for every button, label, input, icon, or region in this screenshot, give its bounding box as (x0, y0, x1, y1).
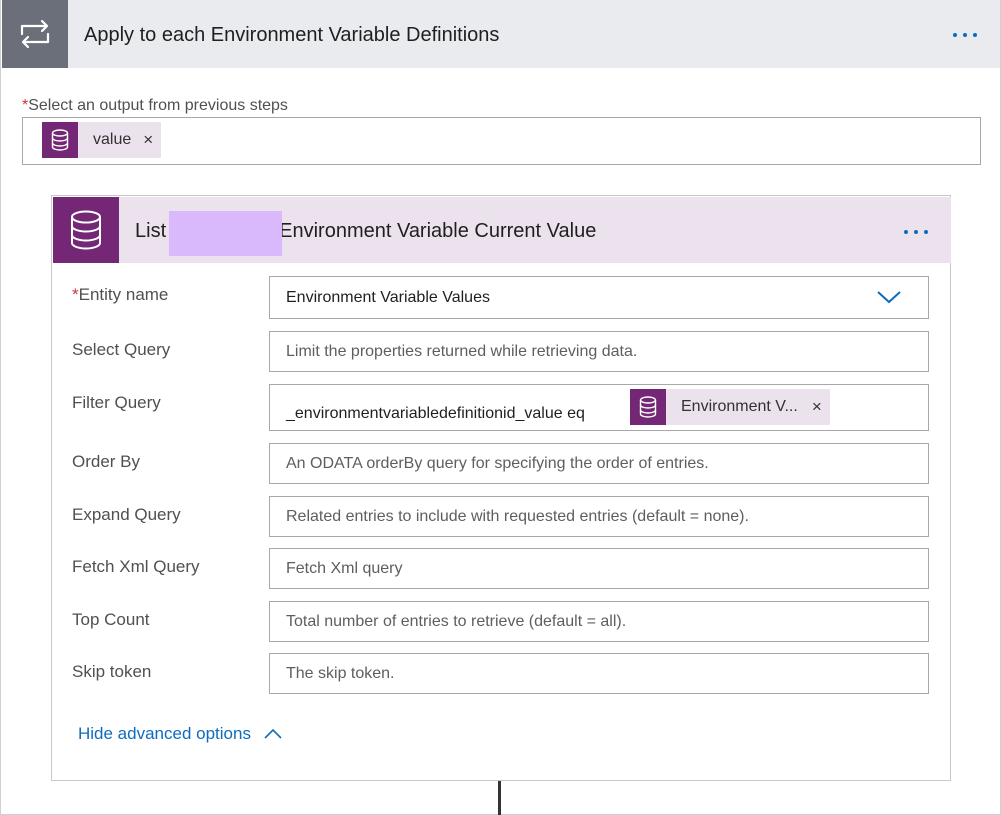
chevron-down-icon[interactable] (876, 289, 902, 305)
output-label: *Select an output from previous steps (22, 97, 288, 115)
loop-icon (2, 0, 68, 68)
fetch-xml-input[interactable]: Fetch Xml query (269, 548, 929, 589)
required-indicator: * (72, 285, 79, 304)
top-count-label: Top Count (72, 610, 150, 629)
entity-name-dropdown[interactable]: Environment Variable Values (269, 276, 929, 319)
filter-query-label: Filter Query (72, 393, 161, 412)
select-query-placeholder: Limit the properties returned while retr… (286, 342, 638, 360)
output-token-label: value (93, 131, 132, 148)
output-input[interactable]: value × (22, 117, 981, 165)
more-options-icon[interactable] (904, 230, 928, 234)
order-by-input[interactable]: An ODATA orderBy query for specifying th… (269, 443, 929, 484)
skip-token-placeholder: The skip token. (286, 664, 395, 682)
apply-to-each-title: Apply to each Environment Variable Defin… (84, 24, 500, 46)
redaction-block (169, 211, 282, 256)
output-token[interactable]: value × (42, 122, 162, 158)
skip-token-input[interactable]: The skip token. (269, 653, 929, 694)
fetch-xml-placeholder: Fetch Xml query (286, 559, 403, 577)
hide-advanced-options-label: Hide advanced options (78, 724, 251, 743)
apply-to-each-header[interactable]: Apply to each Environment Variable Defin… (2, 0, 1000, 68)
chevron-up-icon (264, 728, 282, 739)
output-label-text: Select an output from previous steps (28, 97, 288, 114)
apply-to-each-card: Apply to each Environment Variable Defin… (0, 0, 1001, 815)
remove-token-icon[interactable]: × (131, 130, 161, 150)
filter-query-input[interactable]: _environmentvariabledefinitionid_value e… (269, 384, 929, 431)
entity-name-value: Environment Variable Values (286, 288, 490, 306)
database-icon (630, 389, 666, 425)
skip-token-label: Skip token (72, 662, 152, 681)
database-icon (53, 197, 119, 263)
more-options-icon[interactable] (953, 33, 977, 37)
database-icon (42, 122, 78, 158)
top-count-placeholder: Total number of entries to retrieve (def… (286, 612, 627, 630)
action-title-prefix: List (135, 220, 167, 242)
entity-name-label-text: Entity name (78, 285, 169, 304)
filter-query-token[interactable]: Environment V... × (630, 389, 830, 425)
remove-token-icon[interactable]: × (798, 397, 830, 417)
order-by-placeholder: An ODATA orderBy query for specifying th… (286, 454, 709, 472)
filter-token-label: Environment V... (681, 398, 798, 415)
entity-name-label: *Entity name (72, 285, 168, 305)
expand-query-placeholder: Related entries to include with requeste… (286, 507, 749, 525)
action-title-suffix: Environment Variable Current Value (279, 220, 597, 242)
top-count-input[interactable]: Total number of entries to retrieve (def… (269, 601, 929, 642)
list-rows-action-header[interactable]: List Environment Variable Current Value (53, 197, 951, 263)
select-query-input[interactable]: Limit the properties returned while retr… (269, 331, 929, 372)
flow-connector-bottom (498, 781, 501, 815)
expand-query-input[interactable]: Related entries to include with requeste… (269, 496, 929, 537)
hide-advanced-options-link[interactable]: Hide advanced options (78, 724, 283, 744)
filter-query-value: _environmentvariabledefinitionid_value e… (286, 405, 585, 422)
expand-query-label: Expand Query (72, 505, 181, 524)
select-query-label: Select Query (72, 340, 171, 359)
order-by-label: Order By (72, 452, 141, 471)
fetch-xml-label: Fetch Xml Query (72, 557, 200, 576)
